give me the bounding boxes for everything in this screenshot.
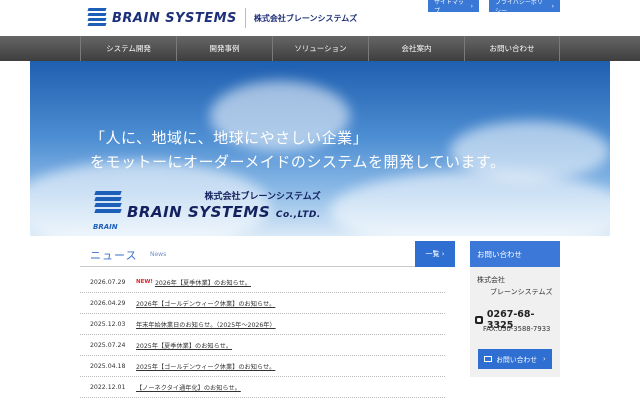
site-header: BRAIN SYSTEMS 株式会社ブレーンシステムズ サイトマップ › プライ…	[0, 0, 640, 36]
news-link[interactable]: 2026年【夏季休業】のお知らせ。	[155, 278, 251, 287]
hero-slogan-line1: 「人に、地域に、地球にやさしい企業」	[90, 129, 369, 147]
news-item: 2025.04.18 2025年【ゴールデンウィーク休業】のお知らせ。	[80, 356, 445, 377]
mail-icon	[484, 356, 493, 362]
news-link[interactable]: 年末年始休業日のお知らせ。（2025年～2026年）	[136, 320, 276, 329]
contact-header: お問い合わせ	[470, 241, 560, 267]
nav-item-company[interactable]: 会社案内	[368, 36, 464, 61]
privacy-policy-link[interactable]: プライバシーポリシー ›	[489, 0, 560, 15]
sitemap-link-label: サイトマップ	[434, 0, 465, 15]
logo-text-en: BRAIN SYSTEMS	[112, 10, 237, 26]
chevron-right-icon: ›	[543, 355, 546, 363]
sitemap-link[interactable]: サイトマップ ›	[428, 0, 479, 15]
news-date: 2025.07.24	[90, 341, 126, 349]
news-item: 2025.12.03 年末年始休業日のお知らせ。（2025年～2026年）	[80, 314, 445, 335]
nav-item-solutions[interactable]: ソリューション	[272, 36, 368, 61]
news-link[interactable]: 2025年【夏季休業】のお知らせ。	[136, 341, 232, 350]
news-date: 2025.12.03	[90, 320, 126, 328]
news-title: ニュース	[90, 249, 138, 262]
logo-text-ja: 株式会社ブレーンシステムズ	[253, 13, 358, 23]
nav-item-case-studies[interactable]: 開発事例	[176, 36, 272, 61]
chevron-right-icon: ›	[551, 2, 554, 10]
privacy-policy-link-label: プライバシーポリシー	[495, 0, 543, 15]
hero-banner: 「人に、地域に、地球にやさしい企業」 をモットーにオーダーメイドのシステムを開発…	[30, 61, 610, 236]
new-badge: NEW!	[136, 279, 153, 285]
site-logo[interactable]: BRAIN SYSTEMS 株式会社ブレーンシステムズ	[87, 6, 358, 30]
news-item: 2026.07.29 NEW! 2026年【夏季休業】のお知らせ。	[80, 272, 445, 293]
news-date: 2026.07.29	[90, 278, 126, 286]
news-subtitle: News	[150, 251, 167, 258]
news-header: ニュース News	[80, 241, 455, 267]
fax-number: FAX:050-3588-7933	[483, 325, 551, 333]
news-date: 2025.04.18	[90, 362, 126, 370]
hero-logo-ja: 株式会社ブレーンシステムズ	[204, 192, 321, 202]
company-name-line2: ブレーンシステムズ	[490, 288, 553, 296]
news-item: 2025.07.24 2025年【夏季休業】のお知らせ。	[80, 335, 445, 356]
chevron-right-icon: ›	[441, 250, 445, 258]
chevron-right-icon: ›	[470, 2, 473, 10]
news-list: 2026.07.29 NEW! 2026年【夏季休業】のお知らせ。 2026.0…	[80, 272, 445, 398]
brain-systems-logo-mark-icon: BRAIN	[93, 191, 122, 231]
hero-logo: BRAIN 株式会社ブレーンシステムズ BRAIN SYSTEMS Co.,LT…	[93, 181, 321, 231]
hero-slogan-line2: をモットーにオーダーメイドのシステムを開発しています。	[90, 153, 506, 171]
contact-box: 株式会社 ブレーンシステムズ 0267-68-3325 FAX:050-3588…	[470, 267, 560, 377]
news-item: 2022.12.01 【ノーネクタイ通年化】のお知らせ。	[80, 377, 445, 398]
logo-mark-label: BRAIN	[93, 223, 118, 231]
news-link[interactable]: 2025年【ゴールデンウィーク休業】のお知らせ。	[136, 362, 275, 371]
news-link[interactable]: 【ノーネクタイ通年化】のお知らせ。	[136, 383, 241, 392]
cloud-decoration	[330, 171, 610, 236]
news-list-button-label: 一覧	[425, 250, 440, 258]
hero-logo-text: 株式会社ブレーンシステムズ BRAIN SYSTEMS Co.,LTD.	[127, 189, 321, 221]
news-item: 2026.04.29 2026年【ゴールデンウィーク休業】のお知らせ。	[80, 293, 445, 314]
contact-button[interactable]: お問い合わせ ›	[478, 349, 552, 369]
news-date: 2026.04.29	[90, 299, 126, 307]
phone-icon	[475, 316, 483, 324]
global-nav: システム開発 開発事例 ソリューション 会社案内 お問い合わせ	[0, 36, 640, 61]
nav-item-system-development[interactable]: システム開発	[80, 36, 176, 61]
news-date: 2022.12.01	[90, 383, 126, 391]
hero-logo-en-text: BRAIN SYSTEMS	[127, 203, 271, 221]
contact-button-label: お問い合わせ	[496, 356, 538, 364]
company-name-line1: 株式会社	[477, 276, 505, 284]
news-list-button[interactable]: 一覧 ›	[415, 241, 455, 267]
news-link[interactable]: 2026年【ゴールデンウィーク休業】のお知らせ。	[136, 299, 275, 308]
logo-divider	[244, 8, 246, 28]
brain-systems-logo-mark-icon	[87, 7, 107, 29]
nav-item-contact[interactable]: お問い合わせ	[464, 36, 560, 61]
hero-logo-suffix: Co.,LTD.	[275, 210, 321, 220]
hero-logo-en: BRAIN SYSTEMS Co.,LTD.	[127, 203, 321, 221]
